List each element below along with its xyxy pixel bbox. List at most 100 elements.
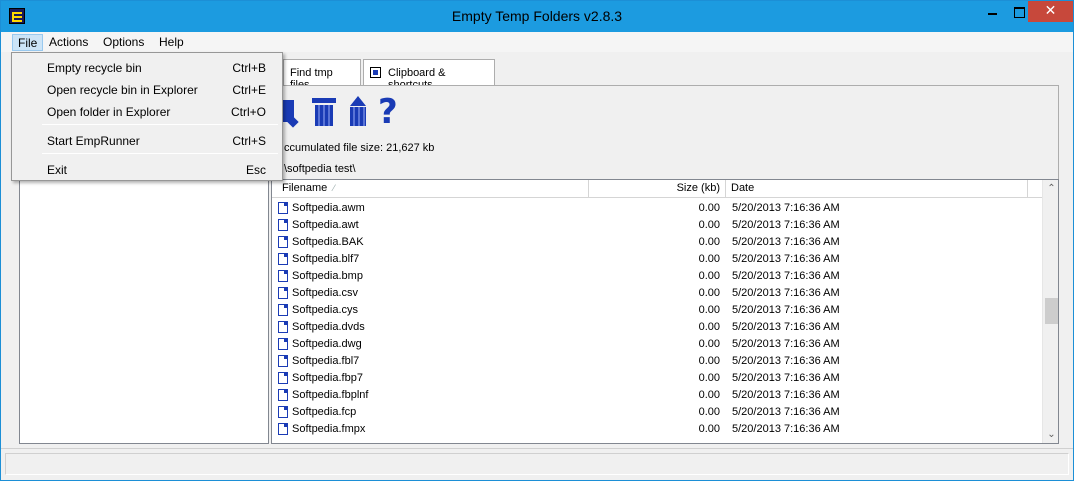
- column-filename[interactable]: Filename ⁄: [272, 180, 589, 198]
- file-icon: [278, 406, 288, 418]
- cell-filename: Softpedia.awt: [292, 219, 359, 231]
- scrollbar-thumb[interactable]: [1045, 298, 1058, 324]
- menu-options[interactable]: Options: [98, 34, 149, 51]
- cell-size: 0.00: [698, 406, 720, 418]
- table-row[interactable]: Softpedia.BAK 0.00 5/20/2013 7:16:36 AM: [272, 234, 1042, 251]
- menu-open-folder[interactable]: Open folder in Explorer Ctrl+O: [14, 101, 280, 123]
- cell-filename: Softpedia.fbplnf: [292, 389, 369, 401]
- menu-file[interactable]: File: [12, 34, 44, 51]
- menu-bar: File Actions Options Help: [1, 32, 1073, 52]
- cell-filename: Softpedia.fmpx: [292, 423, 366, 435]
- cell-date: 5/20/2013 7:16:36 AM: [732, 355, 840, 367]
- cell-size: 0.00: [698, 304, 720, 316]
- cell-size: 0.00: [698, 236, 720, 248]
- file-icon: [278, 202, 288, 214]
- file-icon: [278, 287, 288, 299]
- cell-date: 5/20/2013 7:16:36 AM: [732, 270, 840, 282]
- cell-filename: Softpedia.awm: [292, 202, 365, 214]
- table-row[interactable]: Softpedia.fcp 0.00 5/20/2013 7:16:36 AM: [272, 404, 1042, 421]
- table-row[interactable]: Softpedia.fmpx 0.00 5/20/2013 7:16:36 AM: [272, 421, 1042, 438]
- table-row[interactable]: Softpedia.awt 0.00 5/20/2013 7:16:36 AM: [272, 217, 1042, 234]
- cell-size: 0.00: [698, 219, 720, 231]
- close-button[interactable]: ✕: [1028, 1, 1073, 22]
- cell-size: 0.00: [698, 202, 720, 214]
- trash-icon[interactable]: [312, 96, 336, 128]
- menu-item-label: Empty recycle bin: [47, 61, 142, 75]
- menu-item-label: Start EmpRunner: [47, 134, 140, 148]
- table-row[interactable]: Softpedia.cys 0.00 5/20/2013 7:16:36 AM: [272, 302, 1042, 319]
- file-list[interactable]: Filename ⁄ Size (kb) Date Softpedia.awm 0.…: [271, 179, 1059, 444]
- table-row[interactable]: Softpedia.awm 0.00 5/20/2013 7:16:36 AM: [272, 200, 1042, 217]
- cell-filename: Softpedia.blf7: [292, 253, 360, 265]
- table-row[interactable]: Softpedia.bmp 0.00 5/20/2013 7:16:36 AM: [272, 268, 1042, 285]
- file-icon: [278, 253, 288, 265]
- table-row[interactable]: Softpedia.fbplnf 0.00 5/20/2013 7:16:36 AM: [272, 387, 1042, 404]
- cell-date: 5/20/2013 7:16:36 AM: [732, 202, 840, 214]
- file-icon: [278, 389, 288, 401]
- table-row[interactable]: Softpedia.fbl7 0.00 5/20/2013 7:16:36 AM: [272, 353, 1042, 370]
- status-bar: [1, 448, 1073, 480]
- tab-clipboard-shortcuts[interactable]: Clipboard & shortcuts: [363, 59, 495, 91]
- scroll-up-icon[interactable]: ⌃: [1043, 180, 1058, 197]
- table-row[interactable]: Softpedia.dvds 0.00 5/20/2013 7:16:36 AM: [272, 319, 1042, 336]
- find-icon[interactable]: [281, 96, 301, 128]
- file-icon: [278, 219, 288, 231]
- menu-separator: [42, 124, 278, 125]
- scroll-down-icon[interactable]: ⌄: [1043, 426, 1058, 443]
- cell-filename: Softpedia.BAK: [292, 236, 364, 248]
- status-panel: [5, 453, 1069, 475]
- column-size[interactable]: Size (kb): [589, 180, 726, 198]
- tab-find-tmp-files[interactable]: Find tmp files: [283, 59, 361, 91]
- menu-item-shortcut: Ctrl+O: [230, 105, 266, 119]
- cell-date: 5/20/2013 7:16:36 AM: [732, 406, 840, 418]
- cell-size: 0.00: [698, 372, 720, 384]
- upload-icon[interactable]: [347, 96, 369, 128]
- menu-item-shortcut: Esc: [245, 163, 266, 177]
- cell-date: 5/20/2013 7:16:36 AM: [732, 236, 840, 248]
- cell-filename: Softpedia.fbl7: [292, 355, 360, 367]
- list-header: Filename ⁄ Size (kb) Date: [272, 180, 1042, 198]
- folder-tree-pane[interactable]: [19, 179, 269, 444]
- table-row[interactable]: Softpedia.fbp7 0.00 5/20/2013 7:16:36 AM: [272, 370, 1042, 387]
- help-icon[interactable]: ?: [378, 95, 408, 129]
- menu-start-emprunner[interactable]: Start EmpRunner Ctrl+S: [14, 130, 280, 152]
- table-row[interactable]: Softpedia.dwg 0.00 5/20/2013 7:16:36 AM: [272, 336, 1042, 353]
- menu-empty-recycle-bin[interactable]: Empty recycle bin Ctrl+B: [14, 57, 280, 79]
- file-icon: [278, 355, 288, 367]
- title-bar[interactable]: Empty Temp Folders v2.8.3 ✕: [1, 1, 1073, 32]
- menu-item-label: Open folder in Explorer: [47, 105, 171, 119]
- menu-item-shortcut: Ctrl+B: [232, 61, 266, 75]
- menu-actions[interactable]: Actions: [44, 34, 93, 51]
- menu-open-recycle-bin[interactable]: Open recycle bin in Explorer Ctrl+E: [14, 79, 280, 101]
- accumulated-size-label: ccumulated file size: 21,627 kb: [284, 142, 435, 154]
- vertical-scrollbar[interactable]: ⌃ ⌄: [1042, 180, 1058, 443]
- menu-separator: [42, 153, 278, 154]
- file-icon: [278, 321, 288, 333]
- minimize-button[interactable]: [979, 1, 1005, 22]
- cell-date: 5/20/2013 7:16:36 AM: [732, 321, 840, 333]
- file-icon: [278, 423, 288, 435]
- app-window: Empty Temp Folders v2.8.3 ✕ File Actions…: [0, 0, 1074, 481]
- table-row[interactable]: Softpedia.blf7 0.00 5/20/2013 7:16:36 AM: [272, 251, 1042, 268]
- menu-exit[interactable]: Exit Esc: [14, 159, 280, 181]
- menu-item-label: Open recycle bin in Explorer: [47, 83, 198, 97]
- file-icon: [278, 372, 288, 384]
- cell-date: 5/20/2013 7:16:36 AM: [732, 372, 840, 384]
- column-date[interactable]: Date: [726, 180, 1028, 198]
- cell-size: 0.00: [698, 389, 720, 401]
- cell-filename: Softpedia.fbp7: [292, 372, 363, 384]
- table-row[interactable]: Softpedia.csv 0.00 5/20/2013 7:16:36 AM: [272, 285, 1042, 302]
- file-icon: [278, 338, 288, 350]
- menu-help[interactable]: Help: [154, 34, 189, 51]
- window-title: Empty Temp Folders v2.8.3: [451, 8, 623, 24]
- menu-item-label: Exit: [47, 163, 68, 177]
- cell-filename: Softpedia.bmp: [292, 270, 363, 282]
- cell-filename: Softpedia.dwg: [292, 338, 362, 350]
- cell-filename: Softpedia.csv: [292, 287, 359, 299]
- cell-filename: Softpedia.fcp: [292, 406, 357, 418]
- cell-size: 0.00: [698, 270, 720, 282]
- cell-date: 5/20/2013 7:16:36 AM: [732, 389, 840, 401]
- cell-size: 0.00: [698, 355, 720, 367]
- column-filename-label: Filename: [282, 182, 328, 194]
- file-icon: [278, 236, 288, 248]
